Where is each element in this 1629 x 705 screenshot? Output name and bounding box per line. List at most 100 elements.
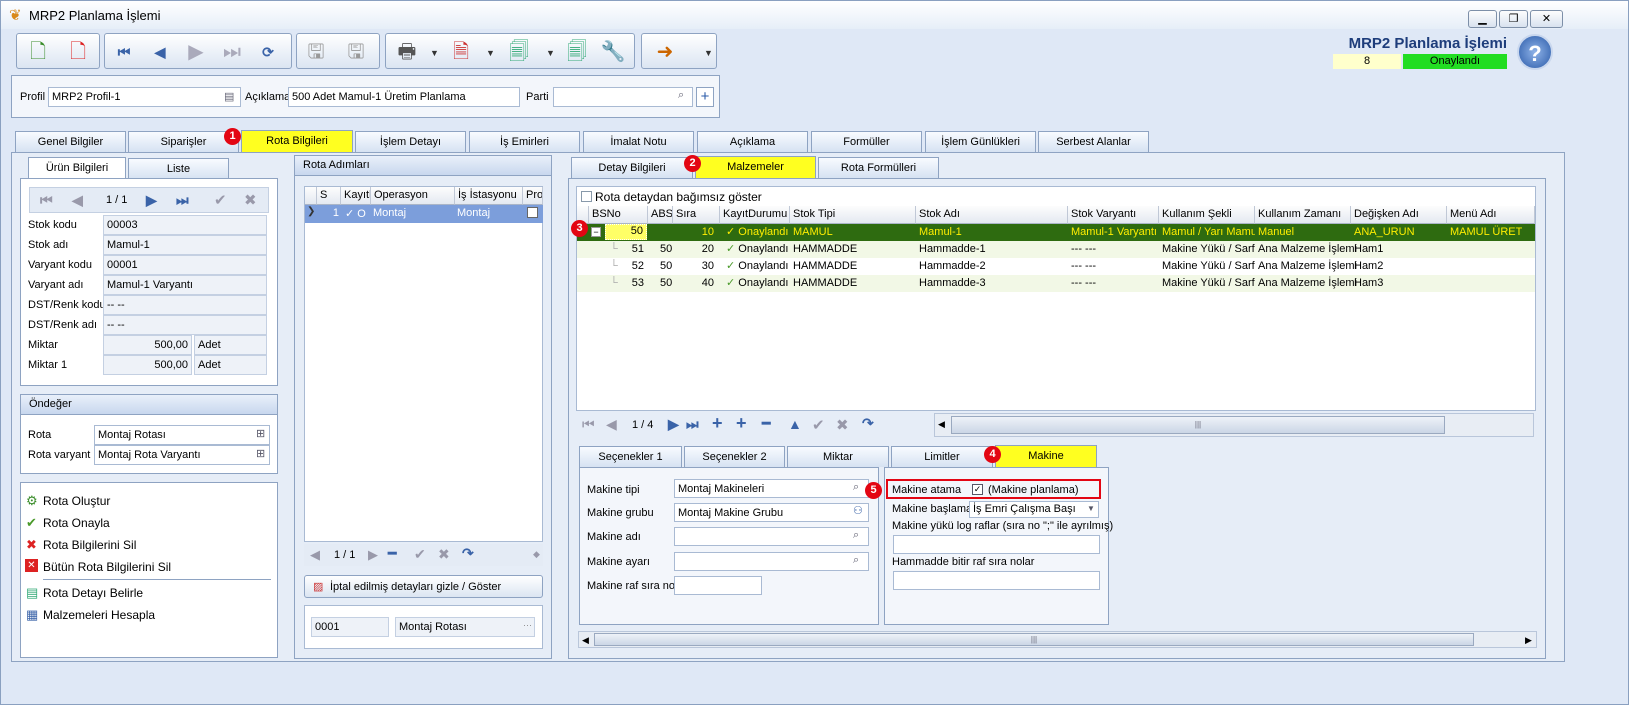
- remove-icon[interactable]: ━: [388, 545, 396, 562]
- rota-bilgilerini-sil-link[interactable]: Rota Bilgilerini Sil: [43, 538, 136, 552]
- refresh-icon[interactable]: ↷: [462, 545, 474, 562]
- scroll-left-icon[interactable]: ◀: [582, 635, 589, 646]
- col-degisken-adi[interactable]: Değişken Adı: [1351, 206, 1447, 224]
- col-menu-adi[interactable]: Menü Adı: [1447, 206, 1535, 224]
- move-up-icon[interactable]: ▲: [788, 416, 802, 432]
- help-icon[interactable]: ?: [1517, 34, 1553, 70]
- table-row[interactable]: − 50 10 ✓ Onaylandı MAMUL Mamul-1 Mamul-…: [577, 224, 1535, 241]
- save-cancel-icon[interactable]: 🖫: [343, 39, 369, 65]
- bagimsiz-checkbox[interactable]: [581, 191, 592, 202]
- cancel-icon[interactable]: ✖: [438, 546, 450, 563]
- save-icon[interactable]: 🖫: [303, 39, 329, 65]
- cancel-icon[interactable]: ✖: [244, 191, 257, 209]
- col-kullanim-zamani[interactable]: Kullanım Zamanı: [1255, 206, 1351, 224]
- col-stok-adi[interactable]: Stok Adı: [916, 206, 1068, 224]
- add-document-icon[interactable]: 🗋: [25, 39, 51, 65]
- hammadde-bitir-field[interactable]: [893, 571, 1100, 590]
- prev-icon[interactable]: ◀: [606, 416, 617, 433]
- tab-formuller[interactable]: Formüller: [811, 131, 922, 152]
- confirm-icon[interactable]: ✔: [414, 546, 426, 563]
- col-s[interactable]: S: [317, 187, 341, 205]
- rota-olustur-link[interactable]: Rota Oluştur: [43, 494, 110, 508]
- tab-secenekler-2[interactable]: Seçenekler 2: [684, 446, 785, 467]
- iptal-button[interactable]: ▨ İptal edilmiş detayları gizle / Göster: [304, 575, 543, 598]
- splitter-icon[interactable]: ◆: [533, 549, 540, 560]
- tab-is-emirleri[interactable]: İş Emirleri: [469, 131, 580, 152]
- list-icon[interactable]: ▤: [224, 90, 234, 103]
- pdf-icon[interactable]: 🗎: [448, 39, 474, 65]
- print-icon[interactable]: 🖶: [394, 39, 420, 65]
- tab-genel-bilgiler[interactable]: Genel Bilgiler: [15, 131, 126, 152]
- chevron-down-icon[interactable]: ▼: [1087, 504, 1095, 513]
- scroll-left-icon[interactable]: ◀: [938, 419, 945, 430]
- table-row[interactable]: └ 51 50 20 ✓ Onaylandı HAMMADDE Hammadde…: [577, 241, 1535, 258]
- group-lookup-icon[interactable]: ⚇: [853, 504, 863, 517]
- makine-adi-field[interactable]: [674, 527, 869, 546]
- tab-islem-gunlukleri[interactable]: İşlem Günlükleri: [925, 131, 1036, 152]
- scroll-thumb[interactable]: |||: [594, 633, 1474, 646]
- collapse-icon[interactable]: −: [591, 227, 601, 237]
- scroll-thumb[interactable]: |||: [951, 416, 1445, 434]
- makine-raf-field[interactable]: [674, 576, 762, 595]
- first-icon[interactable]: ⏮: [582, 416, 595, 433]
- pdf-dropdown-icon[interactable]: ▼: [486, 48, 495, 58]
- tab-liste[interactable]: Liste: [128, 158, 229, 179]
- makine-baslama-select[interactable]: İş Emri Çalışma Başı: [969, 501, 1099, 518]
- prev-icon[interactable]: ◀: [72, 192, 83, 209]
- prev-icon[interactable]: ◀: [310, 547, 320, 563]
- profil-field[interactable]: MRP2 Profil-1: [48, 87, 241, 107]
- tab-rota-formulleri[interactable]: Rota Formülleri: [818, 157, 939, 178]
- exit-dropdown-icon[interactable]: ▼: [704, 48, 713, 58]
- col-stok-tipi[interactable]: Stok Tipi: [790, 206, 916, 224]
- tab-aciklama[interactable]: Açıklama: [697, 131, 808, 152]
- tab-islem-detayi[interactable]: İşlem Detayı: [355, 131, 466, 152]
- parti-field[interactable]: [553, 87, 693, 107]
- col-kayit[interactable]: Kayıtl: [341, 187, 371, 205]
- delete-document-icon[interactable]: 🗋: [65, 39, 91, 65]
- rota-field[interactable]: Montaj Rotası: [94, 425, 270, 445]
- cancel-icon[interactable]: ✖: [836, 416, 849, 434]
- col-kayitdurumu[interactable]: KayıtDurumu: [720, 206, 790, 224]
- col-bsno[interactable]: BSNo: [589, 206, 648, 224]
- rota-varyant-field[interactable]: Montaj Rota Varyantı: [94, 445, 270, 465]
- first-icon[interactable]: ⏮: [40, 192, 53, 209]
- makine-log-field[interactable]: [893, 535, 1100, 554]
- tools-icon[interactable]: 🔧: [600, 39, 626, 65]
- last-record-icon[interactable]: ⏭: [219, 39, 245, 65]
- previous-record-icon[interactable]: ◀: [147, 39, 173, 65]
- last-icon[interactable]: ⏭: [686, 416, 699, 433]
- add-icon[interactable]: +: [712, 413, 723, 434]
- minimize-button[interactable]: ▁: [1468, 10, 1497, 28]
- import-icon[interactable]: 🗐: [564, 39, 590, 65]
- malzemeler-hscrollbar[interactable]: ◀ |||: [934, 413, 1534, 437]
- tab-makine[interactable]: Makine: [995, 445, 1097, 467]
- col-pro[interactable]: Pro: [523, 187, 543, 205]
- bottom-hscrollbar[interactable]: ◀ ||| ▶: [578, 631, 1537, 648]
- col-istasyon[interactable]: İş İstasyonu: [455, 187, 523, 205]
- export-icon[interactable]: 🗐: [506, 39, 532, 65]
- table-row[interactable]: └ 53 50 40 ✓ Onaylandı HAMMADDE Hammadde…: [577, 275, 1535, 292]
- malzemeleri-hesapla-link[interactable]: Malzemeleri Hesapla: [43, 608, 155, 622]
- search-lookup-icon[interactable]: ⌕: [678, 89, 684, 102]
- tab-miktar[interactable]: Miktar: [787, 446, 889, 467]
- tab-malzemeler[interactable]: Malzemeler: [695, 156, 816, 178]
- next-icon[interactable]: ▶: [368, 547, 378, 563]
- export-dropdown-icon[interactable]: ▼: [546, 48, 555, 58]
- col-sira[interactable]: Sıra: [673, 206, 720, 224]
- tab-urun-bilgileri[interactable]: Ürün Bilgileri: [28, 157, 126, 179]
- tab-secenekler-1[interactable]: Seçenekler 1: [579, 446, 682, 467]
- add-parti-button[interactable]: +: [696, 87, 714, 107]
- refresh-icon[interactable]: ↷: [862, 415, 874, 432]
- tab-siparisler[interactable]: Siparişler: [128, 131, 239, 152]
- next-icon[interactable]: ▶: [146, 192, 157, 209]
- table-row[interactable]: ❯ 1 ✓ O Montaj Montaj: [305, 205, 543, 223]
- col-stok-varyanti[interactable]: Stok Varyantı: [1068, 206, 1159, 224]
- last-icon[interactable]: ⏭: [176, 192, 189, 209]
- confirm-icon[interactable]: ✔: [214, 191, 227, 209]
- rota-onayla-link[interactable]: Rota Onayla: [43, 516, 110, 530]
- refresh-icon[interactable]: ⟳: [255, 39, 281, 65]
- next-record-icon[interactable]: ▶: [183, 39, 209, 65]
- makine-grubu-field[interactable]: Montaj Makine Grubu: [674, 503, 869, 522]
- butun-rota-bilgilerini-sil-link[interactable]: Bütün Rota Bilgilerini Sil: [43, 560, 171, 574]
- ellipsis-icon[interactable]: ···: [523, 620, 532, 630]
